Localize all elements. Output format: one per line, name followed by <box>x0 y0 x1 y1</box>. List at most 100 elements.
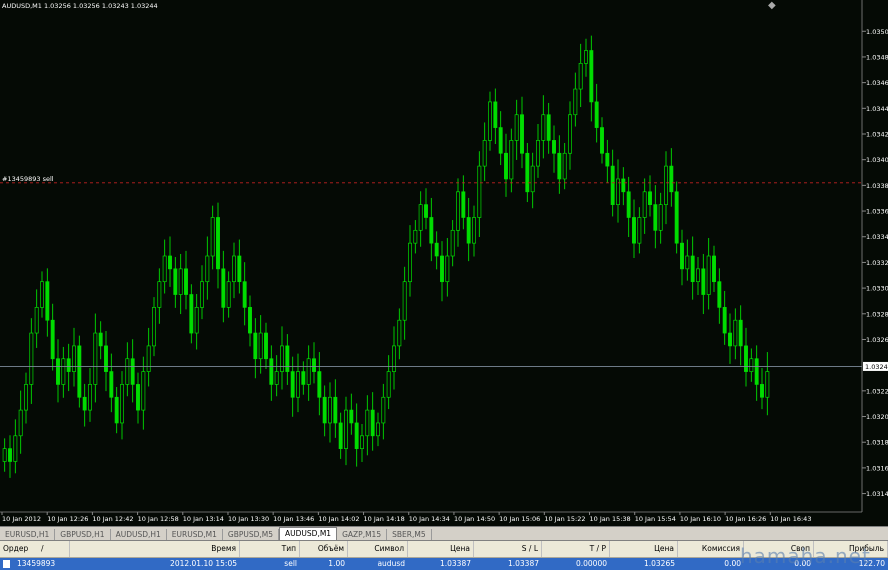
candle-body <box>232 255 236 283</box>
candle-body <box>648 191 652 205</box>
order-label: #13459893 sell <box>2 175 54 183</box>
candle-body <box>365 409 370 437</box>
candle-body <box>472 217 476 244</box>
candle-body <box>200 281 204 308</box>
col-sl[interactable]: S / L <box>474 541 542 557</box>
candle-body <box>258 332 263 360</box>
candle-body <box>568 114 572 154</box>
candle-body <box>488 101 492 141</box>
candle-body <box>482 140 487 167</box>
x-tick-label: 10 Jan 12:26 <box>47 515 88 523</box>
price-chart[interactable]: AUDUSD,M1 1.03256 1.03256 1.03243 1.0324… <box>0 0 888 526</box>
candle-body <box>274 371 279 385</box>
cell-price: 1.03387 <box>439 559 471 568</box>
candle-body <box>253 332 258 360</box>
col-commission[interactable]: Комиссия <box>678 541 744 557</box>
x-tick-label: 10 Jan 15:38 <box>590 515 631 523</box>
chart-canvas[interactable]: AUDUSD,M1 1.03256 1.03256 1.03243 1.0324… <box>0 0 888 526</box>
candle-body <box>328 396 332 424</box>
cell-sl: 1.03387 <box>507 559 539 568</box>
candle-body <box>402 281 407 321</box>
candle-body <box>642 191 647 218</box>
col-tp[interactable]: T / P <box>542 541 610 557</box>
candle-body <box>461 191 466 218</box>
time-axis[interactable]: 10 Jan 2012 10 Jan 12:26 10 Jan 12:42 10 Ja… <box>1 512 811 523</box>
y-tick-label: 1.03205 <box>866 413 888 421</box>
candle-body <box>29 332 34 385</box>
candle-body <box>317 371 322 398</box>
candle-body <box>413 229 418 244</box>
candle-body <box>210 217 215 257</box>
candle-body <box>562 152 567 180</box>
candles-group <box>2 35 770 478</box>
candle-body <box>114 396 119 424</box>
x-tick-label: 10 Jan 13:30 <box>228 515 269 523</box>
candle-body <box>557 152 562 180</box>
col-price[interactable]: Цена <box>408 541 474 557</box>
y-tick-label: 1.03325 <box>866 259 888 267</box>
candle-body <box>520 114 524 154</box>
candle-body <box>13 435 18 462</box>
candle-body <box>280 345 284 372</box>
y-tick-label: 1.03305 <box>866 285 888 293</box>
candle-body <box>248 307 252 334</box>
candle-body <box>765 371 770 398</box>
candle-body <box>669 165 674 193</box>
candle-body <box>760 384 764 398</box>
y-tick-label: 1.03285 <box>866 310 888 318</box>
x-tick-label: 10 Jan 13:46 <box>273 515 314 523</box>
candle-body <box>56 358 60 385</box>
candle-body <box>440 255 444 283</box>
candle-body <box>18 409 23 437</box>
candle-body <box>301 371 306 385</box>
candle-body <box>77 345 82 398</box>
x-tick-label: 10 Jan 16:43 <box>770 515 811 523</box>
y-tick-label: 1.03405 <box>866 156 888 164</box>
x-tick-label: 10 Jan 12:42 <box>92 515 133 523</box>
candle-body <box>322 396 327 424</box>
candle-body <box>706 255 711 295</box>
candle-body <box>610 165 615 205</box>
candle-body <box>514 114 519 141</box>
candle-body <box>50 319 55 360</box>
col-symbol[interactable]: Символ <box>348 541 408 557</box>
y-tick-label: 1.03425 <box>866 131 888 139</box>
candle-body <box>242 281 247 308</box>
candle-body <box>24 384 28 411</box>
corner-arrow-icon: ◆ <box>768 0 776 11</box>
candle-body <box>653 204 658 231</box>
col-sort[interactable]: / <box>38 541 58 557</box>
candle-body <box>573 88 578 116</box>
candle-body <box>450 229 455 257</box>
candle-body <box>34 307 39 334</box>
candle-body <box>632 217 636 244</box>
cell-current-price: 1.03265 <box>643 559 675 568</box>
candle-body <box>493 101 498 128</box>
candle-body <box>264 332 268 360</box>
candle-body <box>509 140 514 180</box>
y-tick-label: 1.03345 <box>866 233 888 241</box>
candle-body <box>600 127 604 154</box>
chart-title: AUDUSD,M1 1.03256 1.03256 1.03243 1.0324… <box>2 2 158 10</box>
cell-type: sell <box>284 559 297 568</box>
candle-body <box>173 268 178 295</box>
candle-body <box>546 114 551 141</box>
candle-body <box>466 217 471 244</box>
tab-audusd-m1[interactable]: AUDUSD,M1 <box>279 527 338 541</box>
candle-body <box>658 204 663 231</box>
col-type[interactable]: Тип <box>240 541 300 557</box>
col-order[interactable]: Ордер <box>0 541 70 557</box>
candle-body <box>680 242 684 270</box>
candle-body <box>82 396 87 411</box>
candle-body <box>178 268 183 295</box>
candle-body <box>498 127 503 154</box>
candle-body <box>392 345 396 372</box>
col-volume[interactable]: Объём <box>300 541 348 557</box>
price-axis[interactable]: 1.03505 1.03485 1.03465 1.03445 1.03425 1.034… <box>862 28 888 498</box>
col-current-price[interactable]: Цена <box>610 541 678 557</box>
candle-body <box>333 396 338 424</box>
y-tick-label: 1.03185 <box>866 439 888 447</box>
candle-body <box>696 268 700 283</box>
col-time[interactable]: Время <box>70 541 240 557</box>
candle-body <box>690 255 695 283</box>
